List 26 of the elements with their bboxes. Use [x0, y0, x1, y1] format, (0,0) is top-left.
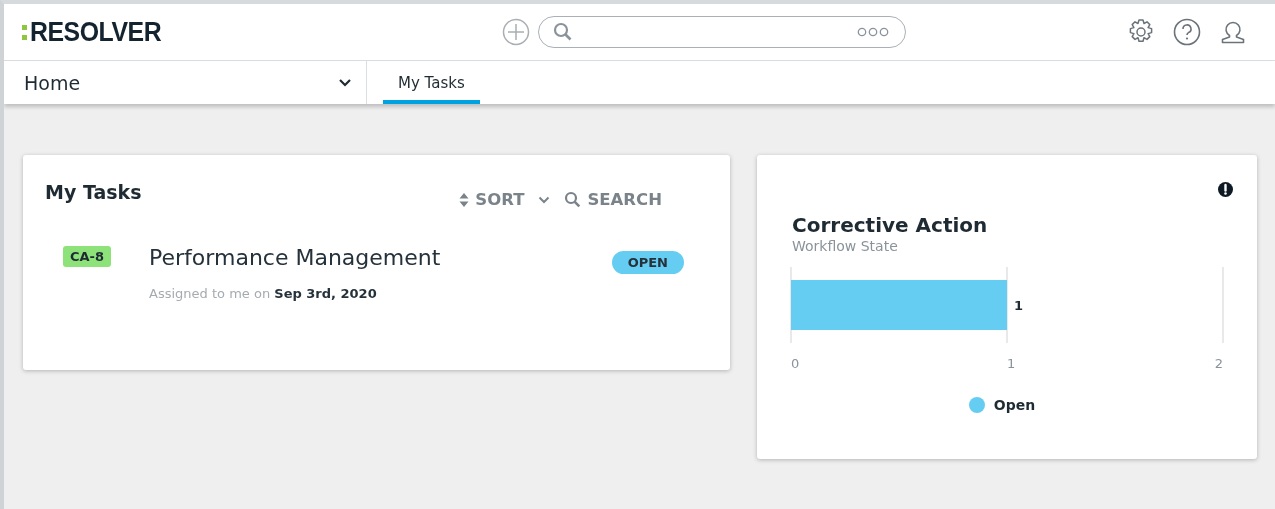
status-badge: OPEN — [611, 251, 684, 274]
chevron-down-icon — [338, 78, 352, 87]
logo-mark-icon — [22, 24, 28, 41]
more-icon[interactable] — [857, 27, 889, 37]
chart-title: Corrective Action — [792, 213, 989, 237]
logo: RESOLVER — [30, 16, 162, 48]
nav-tab[interactable]: My Tasks — [383, 61, 480, 104]
search-icon — [553, 22, 573, 42]
task-title[interactable]: Performance Management — [149, 245, 441, 270]
sort-icon — [459, 191, 470, 208]
sort-button[interactable]: SORT — [459, 190, 525, 209]
search-icon — [564, 191, 582, 208]
axis-tick-label: 1 — [1007, 356, 1016, 371]
axis-tick-label: 0 — [791, 356, 800, 371]
card-title: My Tasks — [45, 181, 142, 203]
chart-subtitle: Workflow State — [792, 238, 899, 254]
chevron-down-icon[interactable] — [538, 195, 551, 204]
axis-tick-label: 2 — [1214, 356, 1223, 371]
bar-value-label: 1 — [1014, 298, 1024, 313]
task-id-badge: CA-8 — [63, 246, 112, 267]
home-dropdown[interactable]: Home — [4, 61, 367, 104]
legend-label: Open — [993, 397, 1036, 413]
search-button[interactable]: SEARCH — [564, 190, 662, 209]
assigned-date: Assigned to me on Sep 3rd, 2020 — [149, 286, 378, 301]
alert-icon[interactable] — [1218, 182, 1233, 197]
help-icon[interactable] — [1173, 18, 1201, 46]
